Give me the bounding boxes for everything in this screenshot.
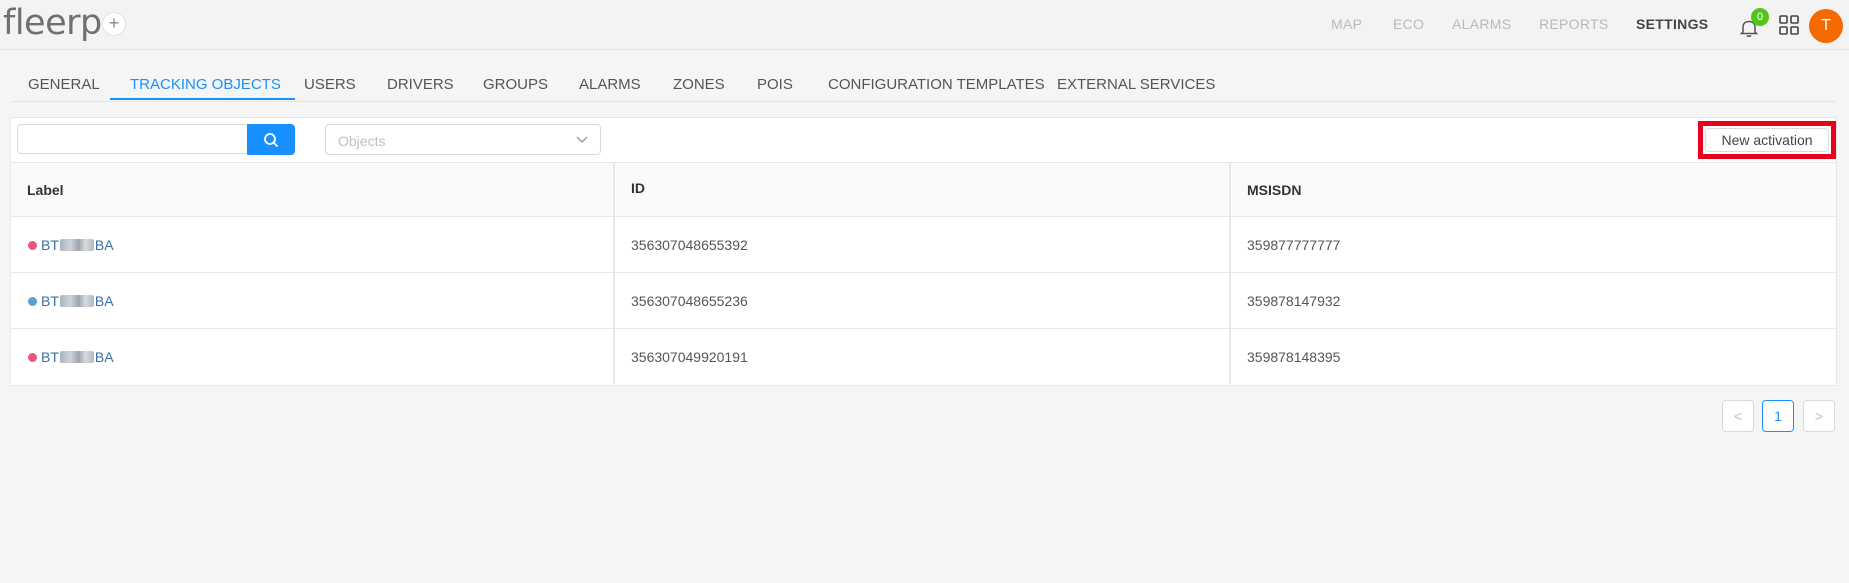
table-row[interactable]: BT BA 356307049920191 359878148395: [11, 329, 1836, 384]
status-dot: [28, 297, 37, 306]
tab-external-services[interactable]: EXTERNAL SERVICES: [1057, 76, 1215, 93]
active-tab-indicator: [110, 98, 295, 100]
toolbar: Objects New activation: [11, 118, 1836, 163]
nav-map[interactable]: MAP: [1331, 16, 1362, 32]
object-msisdn: 359878147932: [1247, 293, 1341, 309]
pagination-prev[interactable]: <: [1722, 400, 1754, 432]
table-row[interactable]: BT BA 356307048655236 359878147932: [11, 273, 1836, 329]
tracking-objects-panel: Objects New activation Label ID MSISDN B…: [10, 117, 1837, 386]
table-header: Label ID MSISDN: [11, 163, 1836, 217]
status-dot: [28, 353, 37, 362]
tab-general[interactable]: GENERAL: [28, 76, 100, 93]
nav-settings[interactable]: SETTINGS: [1636, 16, 1708, 32]
notification-badge: 0: [1751, 8, 1769, 26]
table-row[interactable]: BT BA 356307048655392 359877777777: [11, 217, 1836, 273]
objects-select[interactable]: Objects: [325, 124, 601, 155]
column-divider: [613, 163, 614, 384]
column-divider: [1229, 163, 1230, 384]
search-icon: [264, 133, 279, 148]
column-header-label[interactable]: Label: [11, 163, 614, 216]
search-input[interactable]: [17, 124, 246, 154]
column-header-id[interactable]: ID: [614, 163, 1230, 216]
tab-alarms[interactable]: ALARMS: [579, 76, 641, 93]
object-label-link[interactable]: BT BA: [41, 237, 114, 253]
app-logo[interactable]: fleerp: [3, 0, 102, 46]
tab-drivers[interactable]: DRIVERS: [387, 76, 454, 93]
add-icon[interactable]: +: [103, 13, 125, 35]
tab-groups[interactable]: GROUPS: [483, 76, 548, 93]
object-msisdn: 359878148395: [1247, 349, 1341, 365]
nav-reports[interactable]: REPORTS: [1539, 16, 1609, 32]
object-label-link[interactable]: BT BA: [41, 349, 114, 365]
pagination-page-1[interactable]: 1: [1762, 400, 1794, 432]
objects-select-placeholder: Objects: [338, 133, 386, 149]
apps-grid-icon[interactable]: [1778, 14, 1800, 36]
tab-tracking-objects[interactable]: TRACKING OBJECTS: [130, 76, 281, 93]
tab-configuration-templates[interactable]: CONFIGURATION TEMPLATES: [828, 76, 1045, 93]
redacted-text: [59, 239, 94, 251]
object-id: 356307048655236: [631, 293, 748, 309]
column-header-msisdn[interactable]: MSISDN: [1230, 163, 1836, 216]
redacted-text: [59, 351, 94, 363]
tab-zones[interactable]: ZONES: [673, 76, 725, 93]
chevron-down-icon: [576, 136, 588, 143]
pagination-next[interactable]: >: [1803, 400, 1835, 432]
nav-alarms[interactable]: ALARMS: [1452, 16, 1511, 32]
object-id: 356307049920191: [631, 349, 748, 365]
tab-users[interactable]: USERS: [304, 76, 356, 93]
new-activation-button[interactable]: New activation: [1705, 128, 1829, 152]
redacted-text: [59, 295, 94, 307]
new-activation-highlight: New activation: [1698, 121, 1836, 159]
object-label-link[interactable]: BT BA: [41, 293, 114, 309]
nav-eco[interactable]: ECO: [1393, 16, 1424, 32]
tab-pois[interactable]: POIS: [757, 76, 793, 93]
top-header: fleerp + MAP ECO ALARMS REPORTS SETTINGS…: [0, 0, 1849, 50]
object-id: 356307048655392: [631, 237, 748, 253]
settings-tabs: GENERAL TRACKING OBJECTS USERS DRIVERS G…: [11, 63, 1836, 102]
user-avatar[interactable]: T: [1809, 9, 1843, 43]
status-dot: [28, 241, 37, 250]
search-button[interactable]: [247, 124, 295, 155]
object-msisdn: 359877777777: [1247, 237, 1341, 253]
